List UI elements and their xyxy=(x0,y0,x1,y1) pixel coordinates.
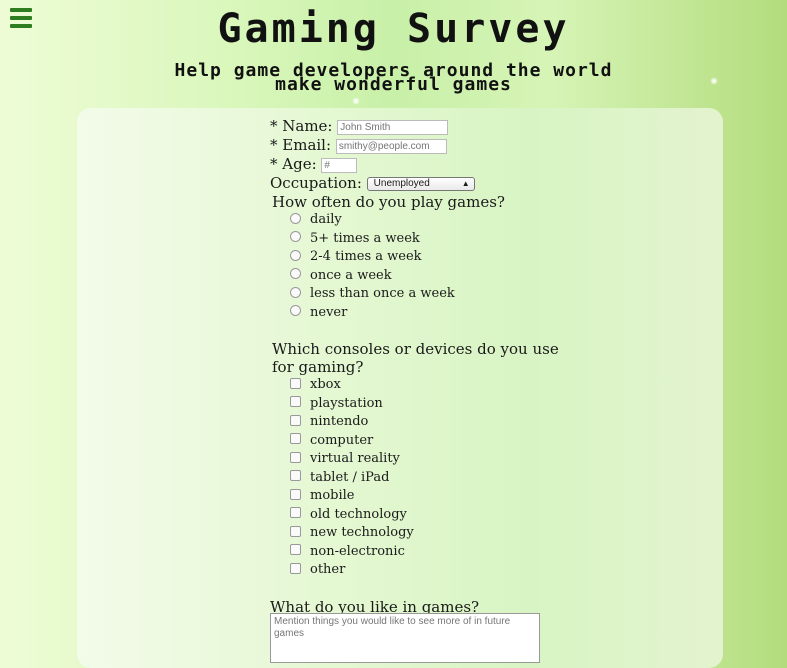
checkbox[interactable] xyxy=(290,414,301,426)
device-option-label: computer xyxy=(310,432,374,448)
device-option[interactable]: new technology xyxy=(270,524,560,543)
occupation-row: Occupation: Unemployed ▲︎ xyxy=(270,174,560,193)
occupation-label: Occupation: xyxy=(270,174,362,192)
likes-textarea[interactable]: Mention things you would like to see mor… xyxy=(270,613,540,663)
name-label: * Name: xyxy=(270,117,333,135)
name-row: * Name: xyxy=(270,117,560,136)
frequency-option[interactable]: once a week xyxy=(270,267,560,286)
frequency-option-label: once a week xyxy=(310,267,392,283)
survey-form: * Name: * Email: * Age: Occupation: Unem… xyxy=(270,117,560,616)
frequency-question: How often do you play games? xyxy=(272,193,505,211)
device-option-label: xbox xyxy=(310,377,341,392)
radio-button[interactable] xyxy=(290,268,301,279)
page-title: Gaming Survey xyxy=(217,6,570,52)
device-option[interactable]: nintendo xyxy=(270,413,560,432)
age-input[interactable] xyxy=(321,157,358,173)
occupation-selected-value: Unemployed xyxy=(373,178,430,189)
age-row: * Age: xyxy=(270,155,560,174)
checkbox[interactable] xyxy=(290,470,301,481)
frequency-options: daily 5+ times a week 2-4 times a week once… xyxy=(270,211,560,322)
device-option[interactable]: computer xyxy=(270,432,560,451)
frequency-option-label: 5+ times a week xyxy=(310,230,420,246)
frequency-option[interactable]: 2-4 times a week xyxy=(270,248,560,267)
checkbox[interactable] xyxy=(290,507,301,518)
frequency-option-label: 2-4 times a week xyxy=(310,249,422,264)
radio-button[interactable] xyxy=(290,305,301,316)
name-input[interactable] xyxy=(337,119,449,135)
device-option[interactable]: virtual reality xyxy=(270,450,560,469)
frequency-option[interactable]: less than once a week xyxy=(270,285,560,304)
device-option-label: new technology xyxy=(310,525,414,540)
checkbox[interactable] xyxy=(290,451,301,463)
device-option[interactable]: other xyxy=(270,561,560,580)
device-option[interactable]: non-electronic xyxy=(270,543,560,562)
checkbox[interactable] xyxy=(290,562,301,574)
device-option-label: other xyxy=(310,562,346,577)
select-arrows-icon: ▲︎ xyxy=(461,179,470,188)
device-option-label: old technology xyxy=(310,506,407,522)
radio-button[interactable] xyxy=(290,286,301,298)
device-option[interactable]: old technology xyxy=(270,506,560,525)
devices-question: Which consoles or devices do you use for… xyxy=(272,340,560,376)
devices-question-line: for gaming? xyxy=(272,358,364,376)
device-option-label: virtual reality xyxy=(310,451,400,466)
device-option[interactable]: xbox xyxy=(270,376,560,395)
device-option[interactable]: playstation xyxy=(270,395,560,414)
radio-button[interactable] xyxy=(290,231,301,242)
devices-options: xbox playstation nintendo computer virtual r… xyxy=(270,376,560,580)
frequency-option[interactable]: 5+ times a week xyxy=(270,230,560,249)
sparkle xyxy=(352,97,360,105)
email-label: * Email: xyxy=(270,136,332,154)
device-option-label: nintendo xyxy=(310,414,369,429)
checkbox[interactable] xyxy=(290,433,301,444)
device-option-label: tablet / iPad xyxy=(310,469,390,485)
devices-question-line: Which consoles or devices do you use xyxy=(272,340,559,358)
frequency-option[interactable]: never xyxy=(270,304,560,323)
device-option-label: non-electronic xyxy=(310,543,405,559)
radio-button[interactable] xyxy=(290,249,301,261)
occupation-select[interactable]: Unemployed ▲︎ xyxy=(366,177,475,191)
checkbox[interactable] xyxy=(290,377,301,389)
checkbox[interactable] xyxy=(290,525,301,537)
device-option[interactable]: tablet / iPad xyxy=(270,469,560,488)
subtitle-line: make wonderful games xyxy=(275,74,512,95)
frequency-option-label: less than once a week xyxy=(310,286,455,301)
device-option[interactable]: mobile xyxy=(270,487,560,506)
page-subtitle: Help game developers around the world ma… xyxy=(0,62,787,95)
frequency-option-label: never xyxy=(310,304,348,320)
device-option-label: mobile xyxy=(310,488,355,503)
checkbox[interactable] xyxy=(290,396,301,407)
radio-button[interactable] xyxy=(290,212,301,224)
email-input[interactable] xyxy=(335,138,447,154)
age-label: * Age: xyxy=(270,155,317,173)
frequency-option[interactable]: daily xyxy=(270,211,560,230)
checkbox[interactable] xyxy=(290,544,301,555)
device-option-label: playstation xyxy=(310,395,383,411)
checkbox[interactable] xyxy=(290,488,301,500)
frequency-option-label: daily xyxy=(310,212,342,227)
email-row: * Email: xyxy=(270,136,560,155)
